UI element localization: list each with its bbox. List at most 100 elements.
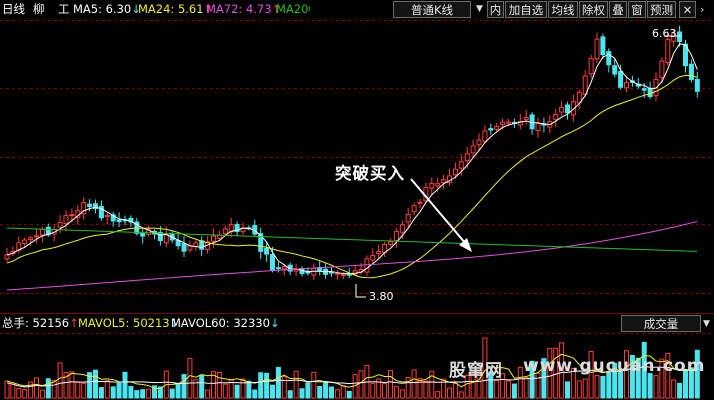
candle-body <box>293 269 299 272</box>
candle-body <box>452 168 458 176</box>
total-volume: 总手: 52156↑ <box>2 316 79 330</box>
candle-body <box>364 258 370 273</box>
candle-body <box>211 235 216 242</box>
candle-body <box>659 60 665 78</box>
candle-body <box>506 121 511 124</box>
candle-body <box>393 230 399 241</box>
volume-bar <box>175 383 181 399</box>
candle-body <box>618 71 624 88</box>
volume-bar <box>653 375 659 399</box>
volume-bar <box>205 389 211 399</box>
candle-body <box>140 232 146 237</box>
candle-body <box>470 145 476 154</box>
volume-bar <box>382 383 388 399</box>
candle-body <box>405 214 411 223</box>
candle-body <box>222 228 228 235</box>
candle-body <box>187 245 193 251</box>
volume-bar <box>110 386 116 399</box>
volume-bar <box>264 372 270 399</box>
volume-bar <box>423 380 429 399</box>
volume-header: 总手: 52156↑ MAVOL5: 50213↓ MAVOL60: 32330… <box>0 315 714 333</box>
volume-bar <box>517 366 523 399</box>
volume-bar <box>51 379 57 399</box>
mavol60-value: MAVOL60: 32330↓ <box>171 316 280 330</box>
candle-body <box>694 78 700 92</box>
watermark-cn: 股窜网 <box>449 361 503 381</box>
volume-bar <box>535 372 541 399</box>
candle-body <box>69 214 75 217</box>
candle-body <box>553 114 559 120</box>
candle-body <box>376 251 382 255</box>
candle-body <box>340 274 346 277</box>
volume-bar <box>311 371 317 399</box>
candle-body <box>458 161 464 169</box>
volume-bar <box>270 384 275 399</box>
candle-body <box>600 36 606 56</box>
watermark-url: www.gucuan.com <box>523 356 706 376</box>
volume-bar <box>199 375 205 399</box>
volume-bar <box>506 380 511 399</box>
volume-bar <box>169 388 175 399</box>
candle-body <box>417 201 423 204</box>
candle-body <box>104 214 110 218</box>
candle-body <box>677 31 683 43</box>
high-price-label: 6.63 <box>652 27 677 40</box>
candle-body <box>275 267 281 270</box>
volume-bar <box>358 370 364 399</box>
volume-bar <box>388 369 393 399</box>
candle-body <box>63 214 69 225</box>
volume-bar <box>346 390 352 399</box>
candle-body <box>523 117 529 120</box>
volume-bar <box>252 389 258 399</box>
volume-bar <box>334 389 340 399</box>
volume-bar <box>606 372 612 399</box>
volume-bar <box>281 375 287 399</box>
volume-bar <box>647 373 653 399</box>
candle-body <box>116 219 122 223</box>
volume-bar <box>435 391 441 399</box>
volume-bar <box>140 389 146 399</box>
low-marker-line <box>355 284 366 298</box>
volume-bar <box>98 387 104 399</box>
volume-bar <box>275 366 281 399</box>
candle-body <box>624 82 629 89</box>
volume-bar <box>458 391 464 399</box>
candle-body <box>22 239 28 245</box>
candle-body <box>488 128 494 131</box>
volume-bar <box>393 386 399 399</box>
volume-bar <box>340 385 346 399</box>
volume-bar <box>305 382 311 399</box>
volume-bar <box>81 382 87 399</box>
volume-bar <box>370 383 376 399</box>
indicator-select[interactable]: 成交量 <box>621 315 701 332</box>
volume-bar <box>240 378 246 399</box>
candle-body <box>87 203 93 207</box>
candle-body <box>264 247 270 255</box>
volume-bar <box>181 374 187 399</box>
candle-body <box>688 63 694 81</box>
chevron-down-icon[interactable]: ▼ <box>703 319 710 329</box>
candle-body <box>665 38 671 64</box>
volume-bar <box>146 388 152 399</box>
kline-chart[interactable] <box>0 0 714 400</box>
candle-body <box>588 58 594 75</box>
volume-bar <box>134 390 140 399</box>
volume-bar <box>399 389 405 399</box>
candle-body <box>299 268 305 275</box>
candle-body <box>441 179 447 184</box>
volume-bar <box>494 380 500 399</box>
volume-bar <box>39 389 45 399</box>
volume-bar <box>246 380 252 399</box>
candle-body <box>411 205 417 213</box>
volume-bar <box>411 369 417 399</box>
volume-bar <box>323 381 329 399</box>
volume-bar <box>594 375 600 399</box>
volume-bar <box>329 386 334 399</box>
volume-bar <box>116 382 122 399</box>
candle-body <box>346 273 352 276</box>
candle-body <box>612 65 618 75</box>
volume-bar <box>45 378 51 399</box>
candle-body <box>559 106 565 113</box>
volume-bar <box>69 371 75 399</box>
volume-bar <box>417 378 423 399</box>
